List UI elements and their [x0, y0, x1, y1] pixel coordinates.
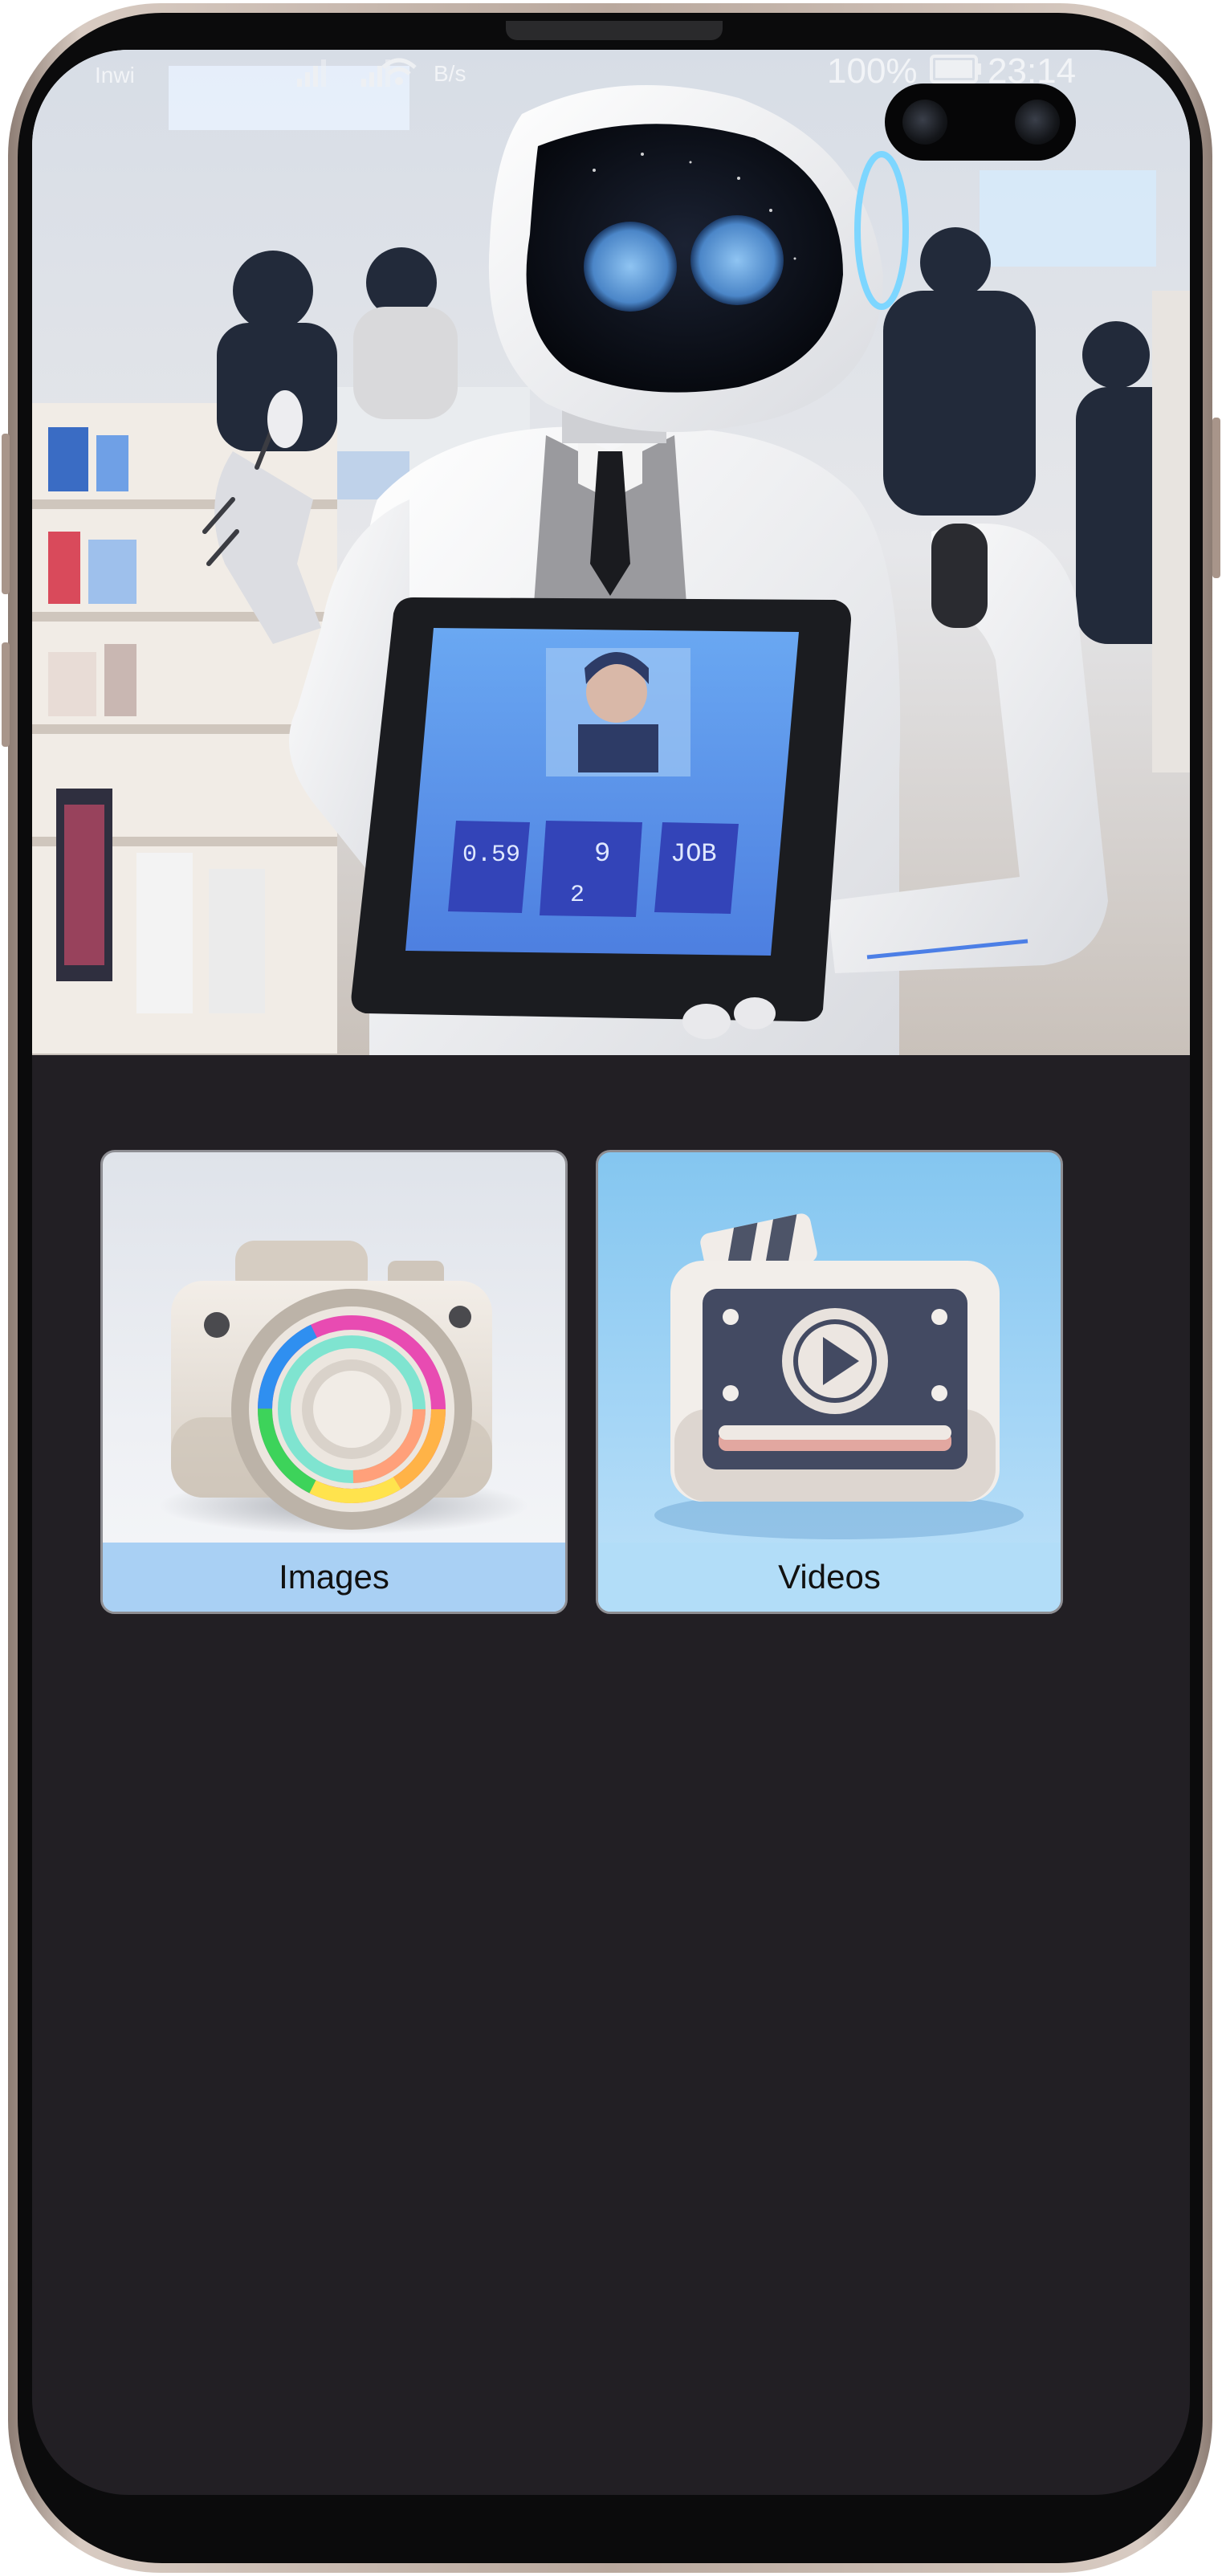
tablet-card-4: JOB: [670, 839, 717, 869]
carrier-label: Inwi: [95, 63, 135, 88]
net-speed-label: B/s: [434, 61, 466, 86]
front-camera-cutout: [885, 84, 1076, 161]
images-tile[interactable]: Images: [100, 1150, 568, 1614]
videos-tile[interactable]: Videos: [596, 1150, 1063, 1614]
robot-illustration: 0.59 9 2 JOB: [32, 50, 1190, 1055]
wifi-icon: [381, 58, 417, 85]
earpiece: [506, 21, 723, 40]
videos-tile-label: Videos: [598, 1543, 1061, 1612]
images-tile-label: Images: [103, 1543, 565, 1612]
front-camera-lens-2: [1015, 100, 1060, 145]
battery-icon: [930, 55, 981, 84]
hero-image: 0.59 9 2 JOB Inwi B/s 100% 23:14: [32, 50, 1190, 1055]
tablet-card-3: 2: [570, 882, 585, 909]
video-player-icon: [654, 1213, 1024, 1539]
tablet-card-2: 9: [594, 839, 610, 870]
app-screen: 0.59 9 2 JOB Inwi B/s 100% 23:14 Images …: [32, 50, 1190, 2495]
bixby-button: [2, 642, 10, 747]
battery-percent: 100%: [827, 51, 918, 91]
power-button: [1212, 418, 1220, 578]
front-camera-lens: [902, 100, 947, 145]
camera-icon: [159, 1241, 528, 1535]
volume-button: [2, 434, 10, 594]
tablet-card-1: 0.59: [462, 842, 520, 869]
